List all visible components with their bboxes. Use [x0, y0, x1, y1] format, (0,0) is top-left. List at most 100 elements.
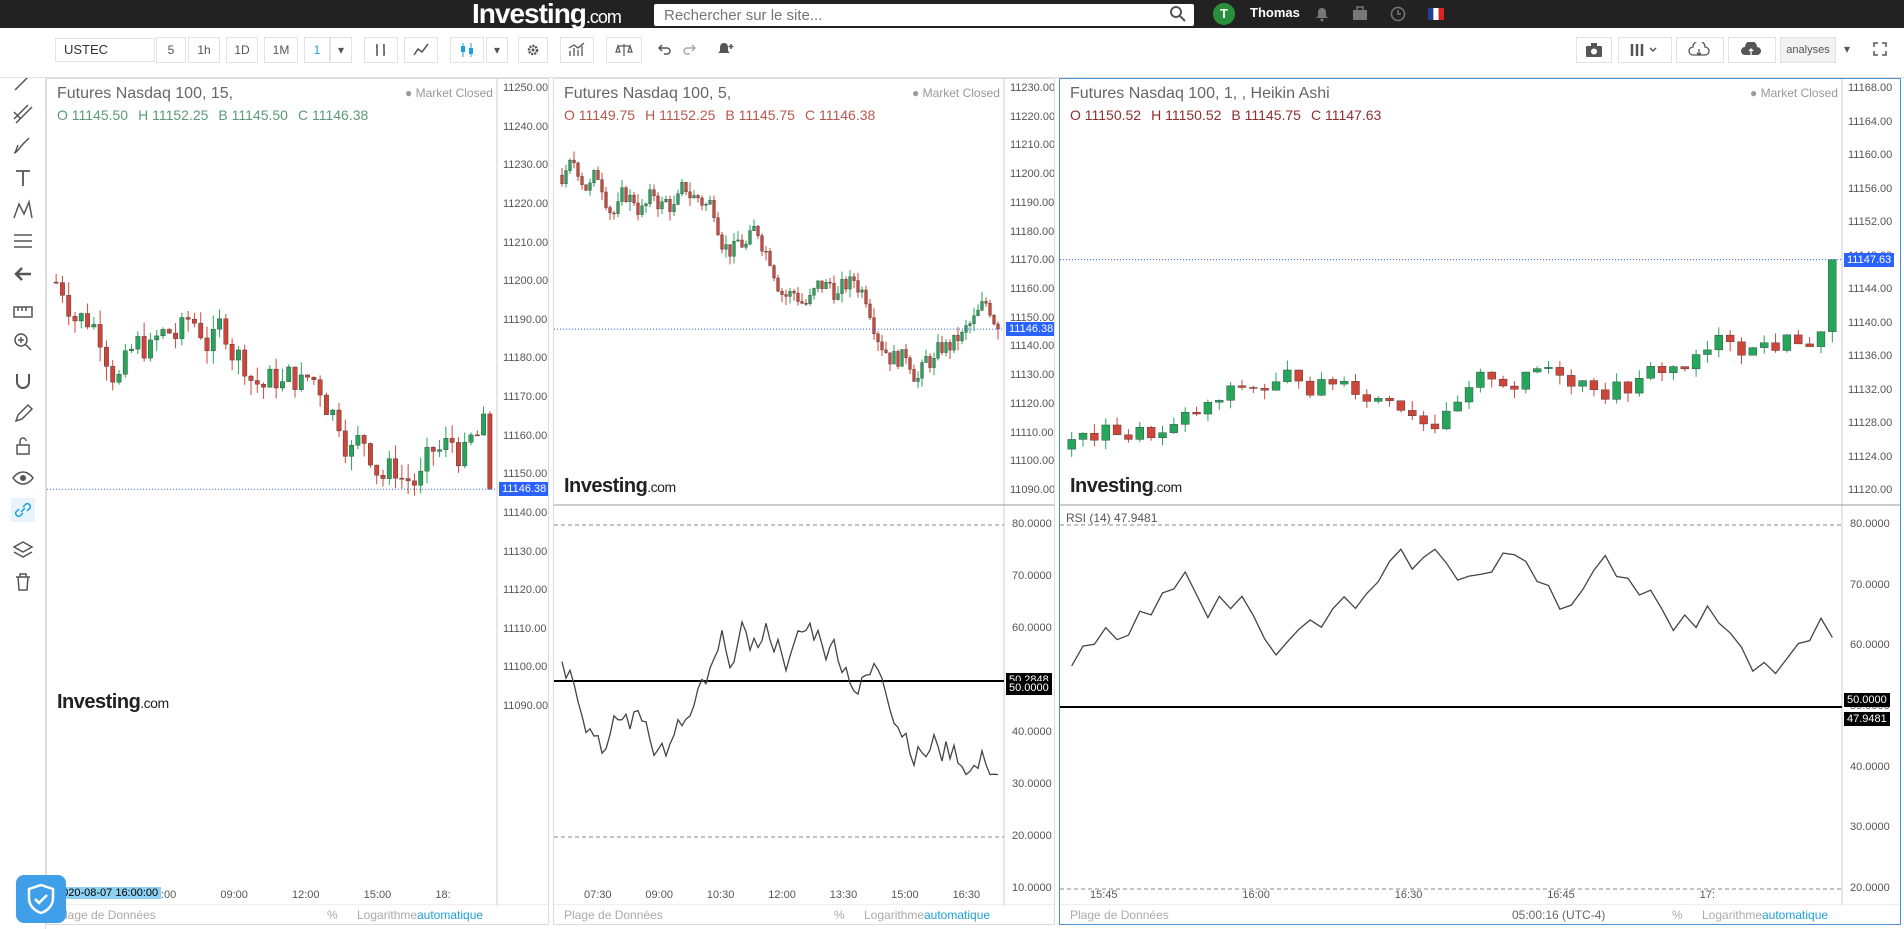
pitchfork-icon[interactable]	[11, 102, 35, 126]
candle-body	[892, 351, 896, 365]
back-arrow-icon[interactable]	[11, 262, 35, 286]
auto-scale-toggle[interactable]: automatique	[417, 908, 483, 922]
top-navigation-bar: Investing.com T Thomas	[0, 0, 1904, 28]
price-axis-tick: 11250.00	[503, 82, 549, 94]
pattern-icon[interactable]	[11, 198, 35, 222]
chart-style-dropdown[interactable]: ▾	[486, 37, 508, 63]
log-toggle[interactable]: Logarithme	[864, 908, 924, 922]
data-range-button[interactable]: Plage de Données	[564, 908, 663, 922]
link-icon[interactable]	[11, 498, 35, 522]
candle-body	[680, 182, 684, 194]
price-axis-tick: 11156.00	[1848, 182, 1893, 195]
candle-body	[780, 290, 784, 295]
french-flag-icon[interactable]	[1428, 8, 1444, 20]
username-link[interactable]: Thomas	[1250, 0, 1300, 26]
trash-icon[interactable]	[11, 570, 35, 594]
interval-5[interactable]: 5	[156, 37, 186, 63]
magnet-icon[interactable]	[11, 370, 35, 394]
price-axis-tick: 11210.00	[503, 236, 549, 249]
candle-body	[748, 230, 752, 245]
lock-icon[interactable]	[11, 434, 35, 458]
candle-body	[1782, 334, 1792, 351]
investing-logo[interactable]: Investing.com	[472, 0, 622, 28]
symbol-search-input[interactable]: USTEC	[55, 38, 155, 62]
bell-icon[interactable]	[1314, 6, 1330, 22]
interval-dropdown[interactable]: ▾	[330, 37, 352, 63]
line-style-button[interactable]	[404, 37, 438, 63]
stay-drawing-icon[interactable]	[11, 402, 35, 426]
user-avatar[interactable]: T	[1213, 3, 1235, 25]
settings-button[interactable]	[518, 37, 548, 63]
redo-button[interactable]	[678, 37, 702, 63]
chart-bottom-bar: Plage de Données% Logarithme automatique 05…	[1060, 904, 1900, 924]
cloud-load-button[interactable]	[1676, 37, 1724, 63]
privacy-shield-badge[interactable]	[16, 875, 66, 923]
candle-body	[173, 332, 178, 339]
interval-1m[interactable]: 1M	[264, 37, 298, 63]
data-range-button[interactable]: Plage de Données	[1070, 908, 1169, 922]
log-toggle[interactable]: Logarithme	[1702, 908, 1762, 922]
portfolio-icon[interactable]	[1352, 6, 1368, 22]
time-axis-tick: 13:30	[829, 889, 858, 901]
clock-icon[interactable]	[1390, 6, 1406, 22]
interval-1h[interactable]: 1h	[188, 37, 220, 63]
zoom-icon[interactable]	[11, 330, 35, 354]
chart-panel-3[interactable]: Futures Nasdaq 100, 1, , Heikin Ashi ● Ma…	[1059, 78, 1901, 925]
candle-body	[1158, 432, 1167, 439]
candle-body	[1237, 385, 1247, 388]
rsi-axis-tick: 70.0000	[1850, 578, 1890, 591]
candles-style-button[interactable]	[450, 37, 484, 63]
auto-scale-toggle[interactable]: automatique	[924, 908, 990, 922]
brush-icon[interactable]	[11, 134, 35, 158]
candle-body	[956, 334, 960, 342]
price-chart[interactable]	[47, 79, 549, 925]
fib-icon[interactable]	[11, 230, 35, 254]
layout-button[interactable]	[1618, 37, 1672, 63]
fullscreen-button[interactable]	[1866, 37, 1894, 63]
candle-body	[311, 377, 317, 380]
candle-body	[564, 170, 568, 184]
price-chart[interactable]	[554, 79, 1055, 925]
site-search-input[interactable]	[654, 4, 1194, 26]
candle-body	[462, 442, 468, 467]
price-chart[interactable]	[1060, 79, 1901, 925]
rsi-axis-tick: 10.0000	[1012, 882, 1052, 894]
chart-panel-1[interactable]: Futures Nasdaq 100, 15, ● Market Closed O …	[46, 78, 549, 925]
interval-1d[interactable]: 1D	[226, 37, 258, 63]
auto-scale-toggle[interactable]: automatique	[1762, 908, 1828, 922]
candle-body	[584, 184, 588, 191]
bars-style-button[interactable]	[364, 37, 398, 63]
percent-toggle[interactable]: %	[1672, 908, 1683, 922]
candle-body	[53, 281, 59, 284]
candle-body	[179, 317, 185, 339]
analyses-dropdown[interactable]: ▾	[1838, 37, 1856, 63]
analyses-button[interactable]: analyses	[1780, 37, 1836, 63]
eye-icon[interactable]	[11, 466, 35, 490]
interval-1[interactable]: 1	[304, 37, 330, 63]
percent-toggle[interactable]: %	[834, 908, 845, 922]
log-toggle[interactable]: Logarithme	[357, 908, 417, 922]
alert-button[interactable]	[712, 37, 740, 63]
candle-body	[254, 380, 260, 385]
cloud-save-button[interactable]	[1728, 37, 1776, 63]
data-range-button[interactable]: Plage de Données	[57, 908, 156, 922]
candle-body	[1328, 379, 1337, 385]
price-axis-tick: 11160.00	[1010, 283, 1055, 295]
compare-button[interactable]	[606, 37, 642, 63]
screenshot-button[interactable]	[1576, 37, 1612, 63]
percent-toggle[interactable]: %	[327, 908, 338, 922]
candle-body	[904, 349, 908, 358]
price-axis-tick: 11110.00	[503, 622, 547, 635]
layers-icon[interactable]	[11, 538, 35, 562]
rsi-label[interactable]: RSI (14) 47.9481	[1066, 511, 1157, 525]
chart-panel-2[interactable]: Futures Nasdaq 100, 5, ● Market Closed O 1…	[553, 78, 1055, 925]
text-tool-icon[interactable]	[11, 166, 35, 190]
search-icon[interactable]	[1168, 5, 1188, 23]
undo-button[interactable]	[652, 37, 676, 63]
candle-body	[772, 265, 776, 279]
candle-body	[844, 279, 848, 290]
price-axis-tick: 11120.00	[1848, 484, 1893, 496]
indicators-button[interactable]	[560, 37, 594, 63]
measure-icon[interactable]	[11, 298, 35, 322]
candle-body	[692, 195, 696, 199]
